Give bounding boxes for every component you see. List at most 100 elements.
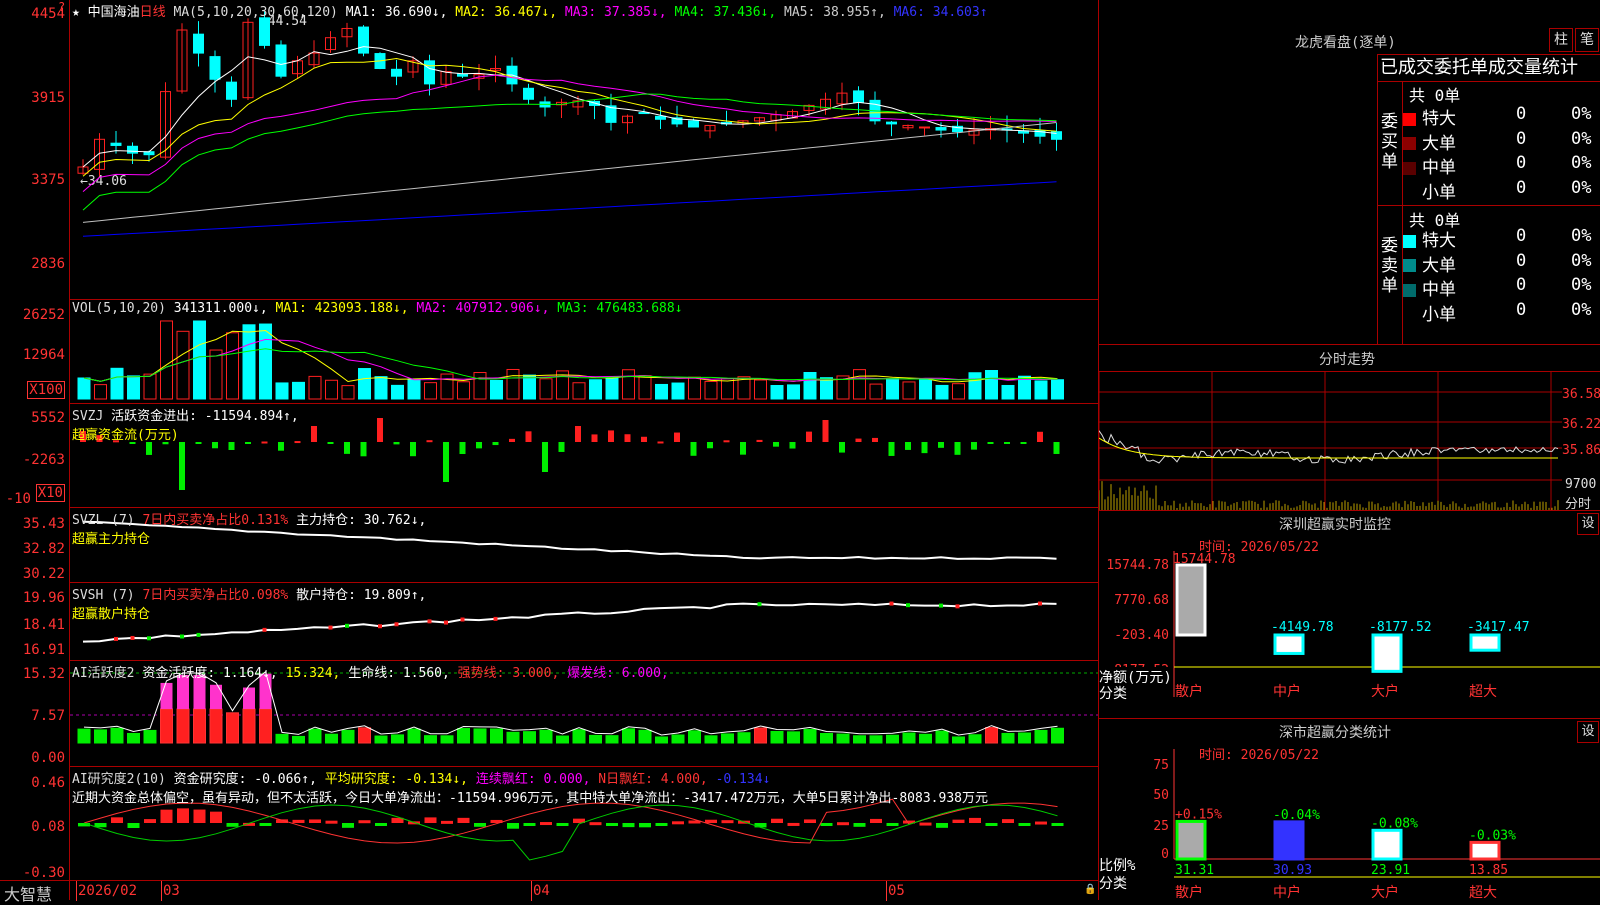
sz-classify-chart[interactable]: +0.15% 31.31 散户 -0.04% 30.93 中户 -0.08% 23.91 大户 -… (1099, 719, 1600, 900)
candle (127, 145, 138, 154)
price-panel[interactable]: ★ 中国海油日线 MA(5,10,20,30,60,120) MA1: 36.6… (70, 0, 1098, 300)
svzj-panel[interactable]: SVZJ 活跃资金进出: -11594.894↑, 超赢资金流(万元) (70, 404, 1098, 508)
research-bar (507, 823, 519, 829)
favorite-star-icon[interactable]: ★ (72, 5, 80, 20)
volume-bar (968, 372, 982, 400)
ai-ytick: 0.00 (31, 750, 65, 766)
volume-bar (869, 383, 883, 400)
ai-active-panel[interactable]: AI活跃度2 资金活跃度: 1.164↓, 15.324, 生命线: 1.560… (70, 661, 1098, 767)
activity-bar (671, 734, 685, 744)
column-view-button[interactable]: 柱 (1549, 28, 1573, 52)
order-size-label: 特大 (1422, 231, 1456, 251)
order-percent: 0% (1571, 275, 1592, 295)
candle (391, 68, 402, 77)
volume-bar (143, 373, 157, 400)
volume-bar (589, 379, 602, 400)
volume-bar (952, 383, 965, 400)
research-bar (655, 823, 668, 826)
research-bar (474, 823, 486, 827)
flow-bar (608, 430, 614, 442)
flow-bar (905, 442, 911, 450)
tick-view-button[interactable]: 笔 (1575, 28, 1599, 52)
research-bar (787, 822, 800, 826)
flow-bar (740, 442, 746, 455)
volume-bar (94, 384, 107, 400)
activity-bar (77, 728, 91, 744)
candlestick-chart[interactable] (70, 0, 1098, 299)
flow-bar (476, 442, 482, 449)
volume-bar (490, 379, 503, 400)
net-amount-bar (1371, 633, 1403, 673)
svzj-ytick: -2263 (22, 452, 65, 468)
air-ytick: 0.08 (31, 819, 65, 835)
volume-bar (721, 378, 734, 400)
flow-bar (558, 442, 565, 452)
flow-bar (360, 442, 367, 457)
flow-bar (954, 442, 961, 455)
order-percent: 0% (1571, 128, 1592, 149)
volume-bar (787, 384, 800, 400)
flow-bar (756, 439, 763, 442)
candle (523, 87, 534, 100)
flow-bar (789, 442, 796, 449)
research-bar (523, 823, 536, 826)
research-bar (754, 823, 767, 828)
volume-bar (803, 372, 817, 400)
period-label[interactable]: 日线 (140, 5, 166, 20)
flow-bar (657, 441, 664, 444)
order-stat-row: 特大 0 0% (1381, 104, 1600, 129)
research-bar (259, 823, 272, 826)
flow-bar (492, 442, 499, 446)
volume-panel[interactable]: VOL(5,10,20) 341311.000↓, MA1: 423093.18… (70, 300, 1098, 404)
research-bar (985, 823, 998, 826)
svzj-ytick: 5552 (31, 410, 65, 426)
intraday-panel[interactable]: 分时走势 36.58 36.22 35.86 9700 分时 (1099, 345, 1600, 512)
volume-bar (110, 367, 124, 400)
price-ytick: 3915 (31, 90, 65, 106)
flow-bar (591, 434, 598, 442)
research-bar (375, 823, 387, 826)
intraday-chart[interactable] (1099, 372, 1562, 510)
ai-research-panel[interactable]: AI研究度2(10) 资金研究度: -0.066↑, 平均研究度: -0.134… (70, 767, 1098, 879)
category-label: 散户 (1175, 683, 1203, 700)
svsh-panel[interactable]: SVSH (7) 7日内买卖净占比0.098% 散户持仓: 19.809↑, 超… (70, 583, 1098, 661)
candle (226, 81, 237, 100)
activity-bar (358, 727, 371, 744)
date-label: 03 (163, 883, 180, 899)
analysis-comment: 近期大资金总体偏空，虽有异动，但不太活跃，今日大单净流出：-11594.996万… (72, 791, 988, 806)
research-bar (127, 823, 140, 829)
activity-bar (523, 731, 536, 744)
research-bar (342, 823, 354, 828)
flow-bar (921, 442, 928, 454)
activity-bar (242, 708, 256, 744)
candle (259, 17, 270, 46)
flow-bar (327, 442, 334, 444)
flow-bar (311, 426, 317, 442)
vol-unit: X100 (27, 381, 65, 399)
candle (110, 142, 122, 146)
volume-bar (539, 378, 553, 400)
volume-bar (308, 375, 322, 400)
stock-name: 中国海油 (87, 5, 140, 20)
activity-bar (803, 728, 817, 744)
candle (275, 44, 287, 77)
ratio-value: 23.91 (1371, 863, 1410, 878)
activity-bar-peak (243, 687, 255, 709)
date-label: 2026/02 (78, 883, 138, 899)
volume-bar (506, 368, 520, 400)
candle (935, 127, 947, 131)
volume-bar (473, 372, 487, 400)
ratio-change: +0.15% (1175, 807, 1222, 822)
volume-bar (176, 330, 190, 400)
svzl-panel[interactable]: SVZL (7) 7日内买卖净占比0.131% 主力持仓: 30.762↓, 超… (70, 508, 1098, 583)
flow-bar (377, 418, 383, 442)
sz-monitor-chart[interactable]: 15744.78 散户 -4149.78 中户 -8177.52 大户 -3417.47 超大 (1099, 511, 1600, 718)
research-bar (820, 823, 833, 826)
flow-bar (1020, 442, 1027, 444)
research-bar (969, 817, 981, 823)
research-bar (193, 809, 206, 823)
volume-bar (638, 375, 652, 400)
lock-icon[interactable]: 🔒 (1084, 884, 1096, 895)
holding-dot (1038, 601, 1042, 606)
volume-bar (1051, 379, 1064, 400)
